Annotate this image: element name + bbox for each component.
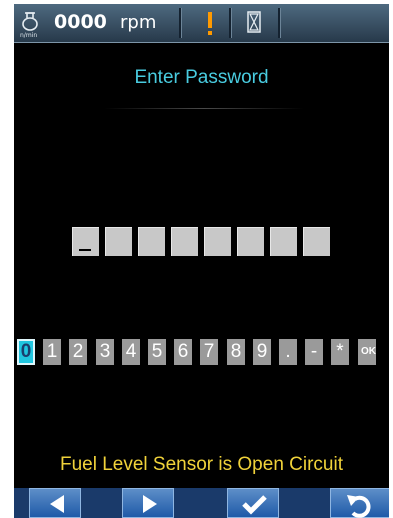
password-char-box [270,227,297,256]
key-7[interactable]: 7 [200,339,218,365]
title-underline [104,108,304,109]
undo-icon [347,495,371,518]
back-button[interactable] [330,488,389,518]
password-char-box [105,227,132,256]
character-selector[interactable]: 0 1 2 3 4 5 6 7 8 9. - * OK [17,339,389,365]
arrow-left-button[interactable] [29,488,81,518]
key-ok[interactable]: OK [358,339,376,365]
hourglass-icon[interactable] [242,4,268,42]
key-dash[interactable]: - [305,339,323,365]
key-4[interactable]: 4 [122,339,140,365]
status-message: Fuel Level Sensor is Open Circuit [59,454,343,475]
key-0[interactable]: 0 [17,339,35,365]
warning-icon[interactable] [200,4,220,42]
arrow-right-icon [143,495,157,513]
arrow-left-icon [50,495,64,513]
arrow-right-button[interactable] [122,488,174,518]
status-bar: n/min 0000 rpm [14,4,389,43]
status-divider [179,8,182,38]
key-8[interactable]: 8 [227,339,245,365]
key-6[interactable]: 6 [174,339,192,365]
checkmark-icon [242,495,267,515]
status-divider [278,8,281,38]
key-3[interactable]: 3 [96,339,114,365]
status-divider [229,8,232,38]
confirm-button[interactable] [227,488,279,518]
engine-speed-icon: n/min [16,4,50,42]
key-5[interactable]: 5 [148,339,166,365]
rpm-value: 0000 [54,11,107,33]
password-char-box [171,227,198,256]
key-dot[interactable]: . [279,339,297,365]
password-char-box [204,227,231,256]
key-9[interactable]: 9 [253,339,271,365]
device-screen: n/min 0000 rpm Enter Password 0123456789… [14,4,389,518]
key-2[interactable]: 2 [69,339,87,365]
text-cursor [79,249,91,251]
password-char-box [138,227,165,256]
key-star[interactable]: * [331,339,349,365]
page-title: Enter Password [134,67,269,88]
rpm-unit: rpm [120,12,157,33]
navigation-bar [14,488,389,518]
key-1[interactable]: 1 [43,339,61,365]
engine-unit-label: n/min [20,32,38,39]
password-char-box [303,227,330,256]
password-char-box [237,227,264,256]
password-char-box [72,227,99,256]
